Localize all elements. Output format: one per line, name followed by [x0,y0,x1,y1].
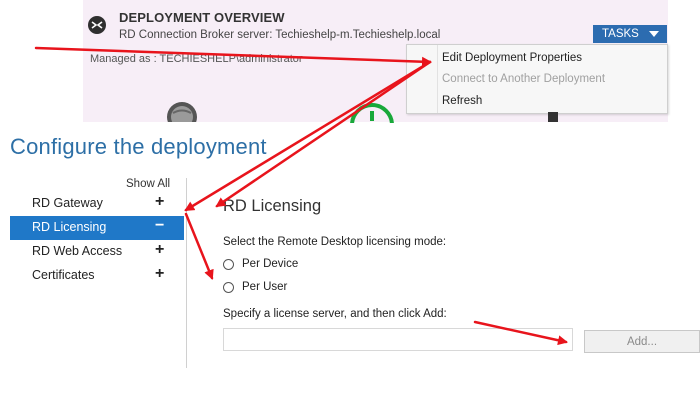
show-all-link[interactable]: Show All [126,178,170,190]
collapse-icon: − [155,217,165,234]
connection-broker-icon [87,15,107,35]
section-heading: RD Licensing [223,197,322,215]
license-server-label: Specify a license server, and then click… [223,308,447,320]
expand-icon: + [155,193,165,210]
license-server-input[interactable] [223,328,573,351]
arrow-to-radio-options [184,212,214,280]
radio-button[interactable] [223,258,234,270]
sidebar-item-rd-licensing[interactable]: RD Licensing − [10,216,184,240]
radio-label: Per User [242,281,288,293]
sidebar-item-label: RD Licensing [32,220,107,234]
sidebar-divider [186,178,187,368]
licensing-mode-label: Select the Remote Desktop licensing mode… [223,236,447,248]
sidebar-item-label: Certificates [32,268,95,282]
page-title: Configure the deployment [10,134,267,159]
radio-per-user[interactable]: Per User [223,281,287,293]
tasks-label: TASKS [602,28,639,40]
radio-button[interactable] [223,281,234,293]
chevron-down-icon [649,31,659,37]
expand-icon: + [155,265,165,282]
add-button[interactable]: Add... [584,330,700,353]
server-icon [548,112,558,122]
menu-item-connect-another-deployment: Connect to Another Deployment [442,73,606,85]
menu-divider [437,45,438,113]
sidebar-item-rd-gateway[interactable]: RD Gateway + [10,192,184,216]
sidebar-item-rd-web-access[interactable]: RD Web Access + [10,240,184,264]
sidebar-item-certificates[interactable]: Certificates + [10,264,184,288]
tasks-button[interactable]: TASKS [593,25,667,43]
expand-icon: + [155,241,165,258]
overview-title: DEPLOYMENT OVERVIEW [119,10,285,25]
broker-server-text: RD Connection Broker server: Techieshelp… [119,29,441,41]
menu-item-refresh[interactable]: Refresh [442,95,482,107]
radio-label: Per Device [242,258,299,270]
sidebar-item-label: RD Gateway [32,196,103,210]
status-ok-icon [347,101,397,147]
menu-item-edit-deployment-properties[interactable]: Edit Deployment Properties [442,52,582,64]
managed-as-text: Managed as : TECHIESHELP\administrator [90,53,303,65]
sidebar-item-label: RD Web Access [32,244,123,258]
radio-per-device[interactable]: Per Device [223,258,298,270]
globe-icon [165,100,199,132]
tasks-menu: Edit Deployment Properties Connect to An… [406,44,668,114]
